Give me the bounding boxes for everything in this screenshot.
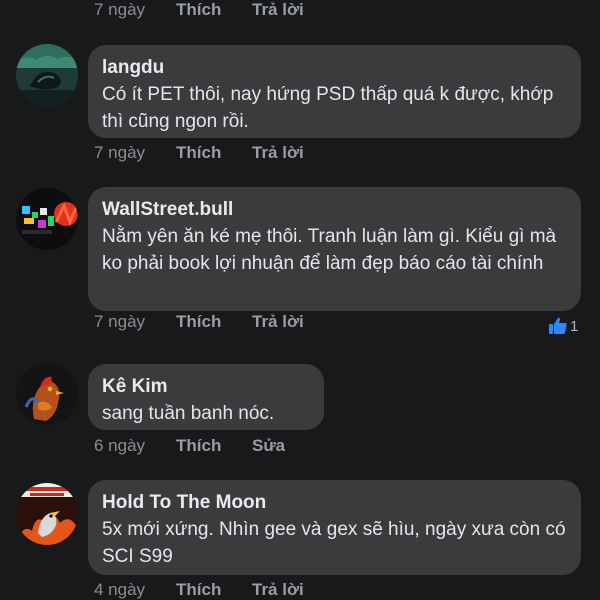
avatar-image [16, 44, 78, 106]
avatar-ke-kim[interactable] [16, 363, 78, 425]
comment-time[interactable]: 4 ngày [94, 580, 176, 600]
comment-bubble: WallStreet.bull Nằm yên ăn ké mẹ thôi. T… [88, 187, 581, 311]
reaction-summary[interactable]: 1 [548, 316, 578, 336]
reply-button[interactable]: Trả lời [252, 0, 304, 20]
comment-actions: 6 ngày Thích Sửa [94, 434, 285, 458]
comment-author[interactable]: WallStreet.bull [102, 197, 567, 223]
avatar-image [16, 483, 78, 545]
reaction-count: 1 [570, 317, 579, 335]
comment-text: 5x mới xứng. Nhìn gee và gex sẽ hìu, ngà… [102, 519, 566, 567]
comment-actions: 7 ngày Thích Trả lời [94, 310, 304, 334]
reply-button[interactable]: Trả lời [252, 580, 304, 600]
comment-actions-previous: 7 ngày Thích Trả lời [94, 0, 304, 22]
like-button[interactable]: Thích [176, 580, 252, 600]
avatar-image [16, 188, 78, 250]
avatar-image [16, 363, 78, 425]
avatar-wallstreet-bull[interactable] [16, 188, 78, 250]
like-reaction-icon [549, 317, 567, 334]
like-button[interactable]: Thích [176, 0, 252, 20]
comment-bubble: Kê Kim sang tuần banh nóc. [88, 364, 324, 430]
comment-time[interactable]: 7 ngày [94, 0, 176, 20]
like-button[interactable]: Thích [176, 143, 252, 163]
comment-text: sang tuần banh nóc. [102, 403, 275, 424]
edit-button[interactable]: Sửa [252, 436, 285, 456]
comment-bubble: langdu Có ít PET thôi, nay hứng PSD thấp… [88, 45, 581, 138]
reply-button[interactable]: Trả lời [252, 143, 304, 163]
avatar-langdu[interactable] [16, 44, 78, 106]
comment-bubble: Hold To The Moon 5x mới xứng. Nhìn gee v… [88, 480, 581, 575]
comment-author[interactable]: Hold To The Moon [102, 490, 567, 516]
comment-text: Có ít PET thôi, nay hứng PSD thấp quá k … [102, 84, 554, 132]
comment-time[interactable]: 6 ngày [94, 436, 176, 456]
comment-actions: 7 ngày Thích Trả lời [94, 141, 304, 165]
like-button[interactable]: Thích [176, 436, 252, 456]
reply-button[interactable]: Trả lời [252, 312, 304, 332]
comment-actions: 4 ngày Thích Trả lời [94, 578, 304, 600]
comment-time[interactable]: 7 ngày [94, 312, 176, 332]
comment-author[interactable]: Kê Kim [102, 374, 310, 400]
like-button[interactable]: Thích [176, 312, 252, 332]
comments-thread: 7 ngày Thích Trả lời langdu Có ít PET th… [0, 0, 600, 600]
comment-text: Nằm yên ăn ké mẹ thôi. Tranh luận làm gì… [102, 226, 557, 274]
comment-time[interactable]: 7 ngày [94, 143, 176, 163]
comment-author[interactable]: langdu [102, 55, 567, 81]
avatar-hold-to-the-moon[interactable] [16, 483, 78, 545]
